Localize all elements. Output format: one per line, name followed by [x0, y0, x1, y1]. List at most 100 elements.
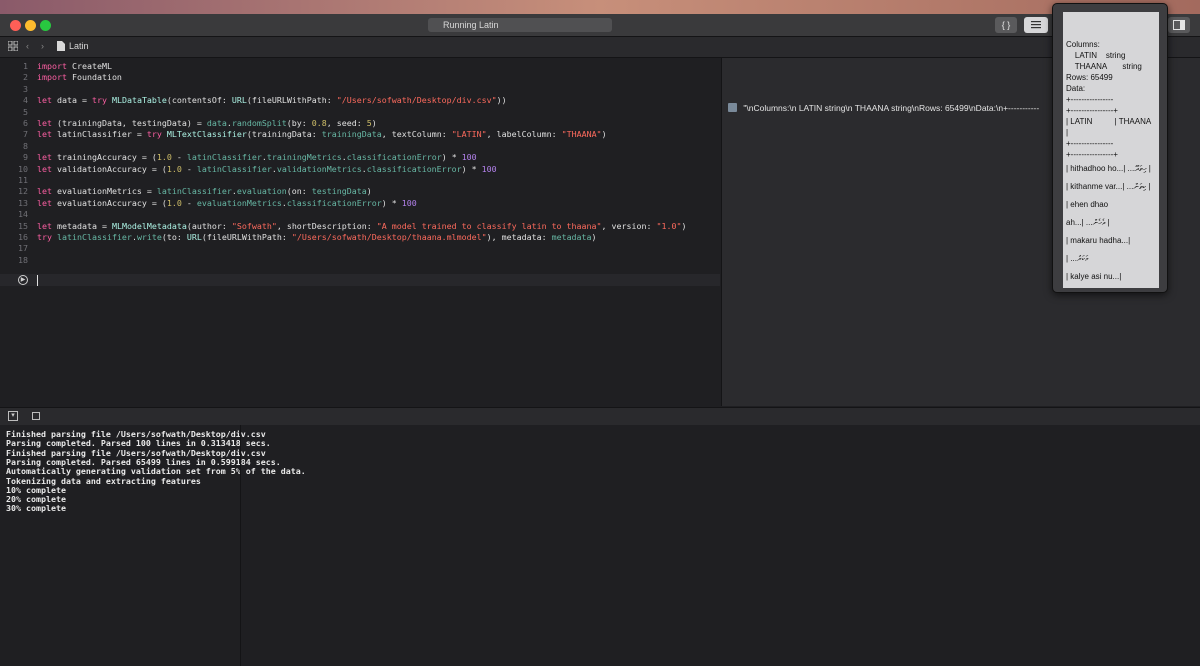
code-line[interactable]: 12 let evaluationMetrics = latinClassifie…	[0, 186, 720, 197]
code-token: 1.0	[166, 197, 182, 208]
code-line[interactable]: 2 import Foundation	[0, 72, 720, 83]
code-line[interactable]: 6 let (trainingData, testingData) = data.…	[0, 118, 720, 129]
code-token: "A model trained to classify latin to th…	[376, 220, 602, 231]
close-window-button[interactable]	[10, 20, 21, 31]
code-token: )	[601, 129, 607, 140]
code-token: 0.8	[311, 118, 327, 128]
code-line[interactable]: 18	[0, 255, 720, 266]
debug-bar: ▾	[0, 407, 1200, 426]
popover-row: LATIN string	[1066, 51, 1126, 60]
code-token: MLDataTable	[111, 95, 167, 106]
code-token: (fileURLWithPath:	[201, 232, 292, 242]
line-number: 16	[18, 232, 28, 242]
code-line[interactable]: 17	[0, 243, 720, 254]
line-number: 13	[18, 197, 28, 208]
code-token: ) *	[441, 152, 462, 163]
toggle-inspector-button[interactable]	[1168, 17, 1190, 33]
code-token: ))	[496, 95, 507, 106]
code-token: latinClassifier	[196, 163, 272, 174]
code-token: (fileURLWithPath:	[246, 95, 337, 106]
code-token: metadata	[551, 232, 592, 242]
code-line[interactable]: 8	[0, 141, 720, 152]
forward-chevron-icon[interactable]: ›	[41, 41, 44, 51]
code-line[interactable]: 13 let evaluationAccuracy = (1.0 - evalua…	[0, 198, 720, 209]
code-line[interactable]: 10 let validationAccuracy = (1.0 - latinC…	[0, 164, 720, 175]
popover-row: | makaru hadha...|	[1066, 236, 1131, 245]
code-token: )	[366, 186, 372, 197]
code-line[interactable]: 15 let metadata = MLModelMetadata(author:…	[0, 221, 720, 232]
code-line[interactable]: 5	[0, 107, 720, 118]
activity-status: Running Latin	[428, 18, 612, 32]
code-token: -	[181, 163, 197, 174]
sidebar-icon	[1173, 20, 1185, 30]
minimize-window-button[interactable]	[25, 20, 36, 31]
code-line[interactable]: 4 let data = try MLDataTable(contentsOf: …	[0, 95, 720, 106]
popover-row: |	[1066, 128, 1069, 137]
code-token: ) *	[461, 163, 482, 174]
code-line[interactable]: 16 try latinClassifier.write(to: URL(file…	[0, 232, 720, 243]
code-token: MLModelMetadata	[111, 220, 187, 231]
library-button[interactable]: { }	[995, 17, 1017, 33]
popover-content: Columns: LATIN string THAANA string Rows:…	[1063, 12, 1159, 288]
code-token: Foundation	[66, 72, 122, 83]
code-text: try latinClassifier.write(to: URL(fileUR…	[37, 232, 597, 243]
debug-split-divider[interactable]	[240, 425, 241, 666]
code-token: URL	[231, 95, 247, 106]
code-line[interactable]: 9 let trainingAccuracy = (1.0 - latinClas…	[0, 152, 720, 163]
code-token: 100	[461, 152, 477, 163]
grid-icon[interactable]	[7, 40, 19, 53]
code-token: )	[591, 232, 597, 242]
code-text: let (trainingData, testingData) = data.r…	[37, 118, 377, 129]
line-number: 6	[23, 118, 28, 128]
popover-row: Data:	[1066, 84, 1086, 93]
run-line-button[interactable]: ▶	[18, 275, 28, 285]
code-editor[interactable]: 1 import CreateML 2 import Foundation 3 4 let …	[0, 58, 720, 406]
text-cursor	[37, 275, 38, 286]
line-number: 11	[18, 175, 28, 185]
code-text: let evaluationMetrics = latinClassifier.…	[37, 186, 372, 197]
code-token: randomSplit	[231, 118, 287, 128]
code-token: classificationError	[366, 163, 462, 174]
code-line[interactable]: 7 let latinClassifier = try MLTextClassif…	[0, 129, 720, 140]
line-number: 12	[18, 186, 28, 197]
hide-debug-area-icon[interactable]: ▾	[8, 411, 18, 421]
line-number: 7	[23, 129, 28, 140]
result-row[interactable]: "\nColumns:\n LATIN string\n THAANA stri…	[728, 103, 1068, 115]
code-text: let evaluationAccuracy = (1.0 - evaluati…	[37, 198, 417, 209]
breadcrumb-file-name[interactable]: Latin	[69, 41, 89, 51]
code-token: latinClassifier	[57, 232, 132, 242]
popover-row: +----------------+	[1066, 150, 1118, 159]
code-token: let	[37, 152, 52, 163]
stop-icon[interactable]	[32, 412, 40, 420]
popover-row: | hithadhoo ho...| ...ހިތަދޫ |	[1066, 164, 1151, 173]
code-token: validationAccuracy = (	[52, 163, 167, 174]
code-token: let	[37, 95, 52, 106]
code-token: data	[206, 118, 227, 128]
code-token: latinClassifier	[156, 186, 232, 197]
back-chevron-icon[interactable]: ‹	[26, 41, 29, 51]
zoom-window-button[interactable]	[40, 20, 51, 31]
code-token: (author:	[186, 220, 232, 231]
desktop-background	[0, 0, 1200, 14]
code-token: , seed:	[326, 118, 367, 128]
code-text: let validationAccuracy = (1.0 - latinCla…	[37, 164, 497, 175]
code-token: -	[171, 152, 187, 163]
code-line[interactable]: 11	[0, 175, 720, 186]
popover-row: | kithanme var...| ...ކިތަން |	[1066, 182, 1151, 191]
code-text: let metadata = MLModelMetadata(author: "…	[37, 221, 686, 232]
code-token: try	[37, 232, 52, 242]
code-token: 1.0	[166, 163, 182, 174]
code-line[interactable]: 3	[0, 84, 720, 95]
file-icon	[57, 41, 65, 53]
console-output[interactable]: Finished parsing file /Users/sofwath/Des…	[0, 425, 1200, 666]
code-token: latinClassifier	[186, 152, 262, 163]
code-token: ), metadata:	[486, 232, 552, 242]
code-line[interactable]: 1 import CreateML	[0, 61, 720, 72]
quick-look-popover: Columns: LATIN string THAANA string Rows:…	[1052, 3, 1168, 293]
standard-editor-button[interactable]	[1024, 17, 1048, 33]
code-text: let data = try MLDataTable(contentsOf: U…	[37, 95, 507, 106]
popover-row: | ehen dhao	[1066, 200, 1109, 209]
popover-row: ah...| ...އެހެން |	[1066, 218, 1110, 227]
code-token: let	[37, 118, 52, 128]
code-line[interactable]: 14	[0, 209, 720, 220]
